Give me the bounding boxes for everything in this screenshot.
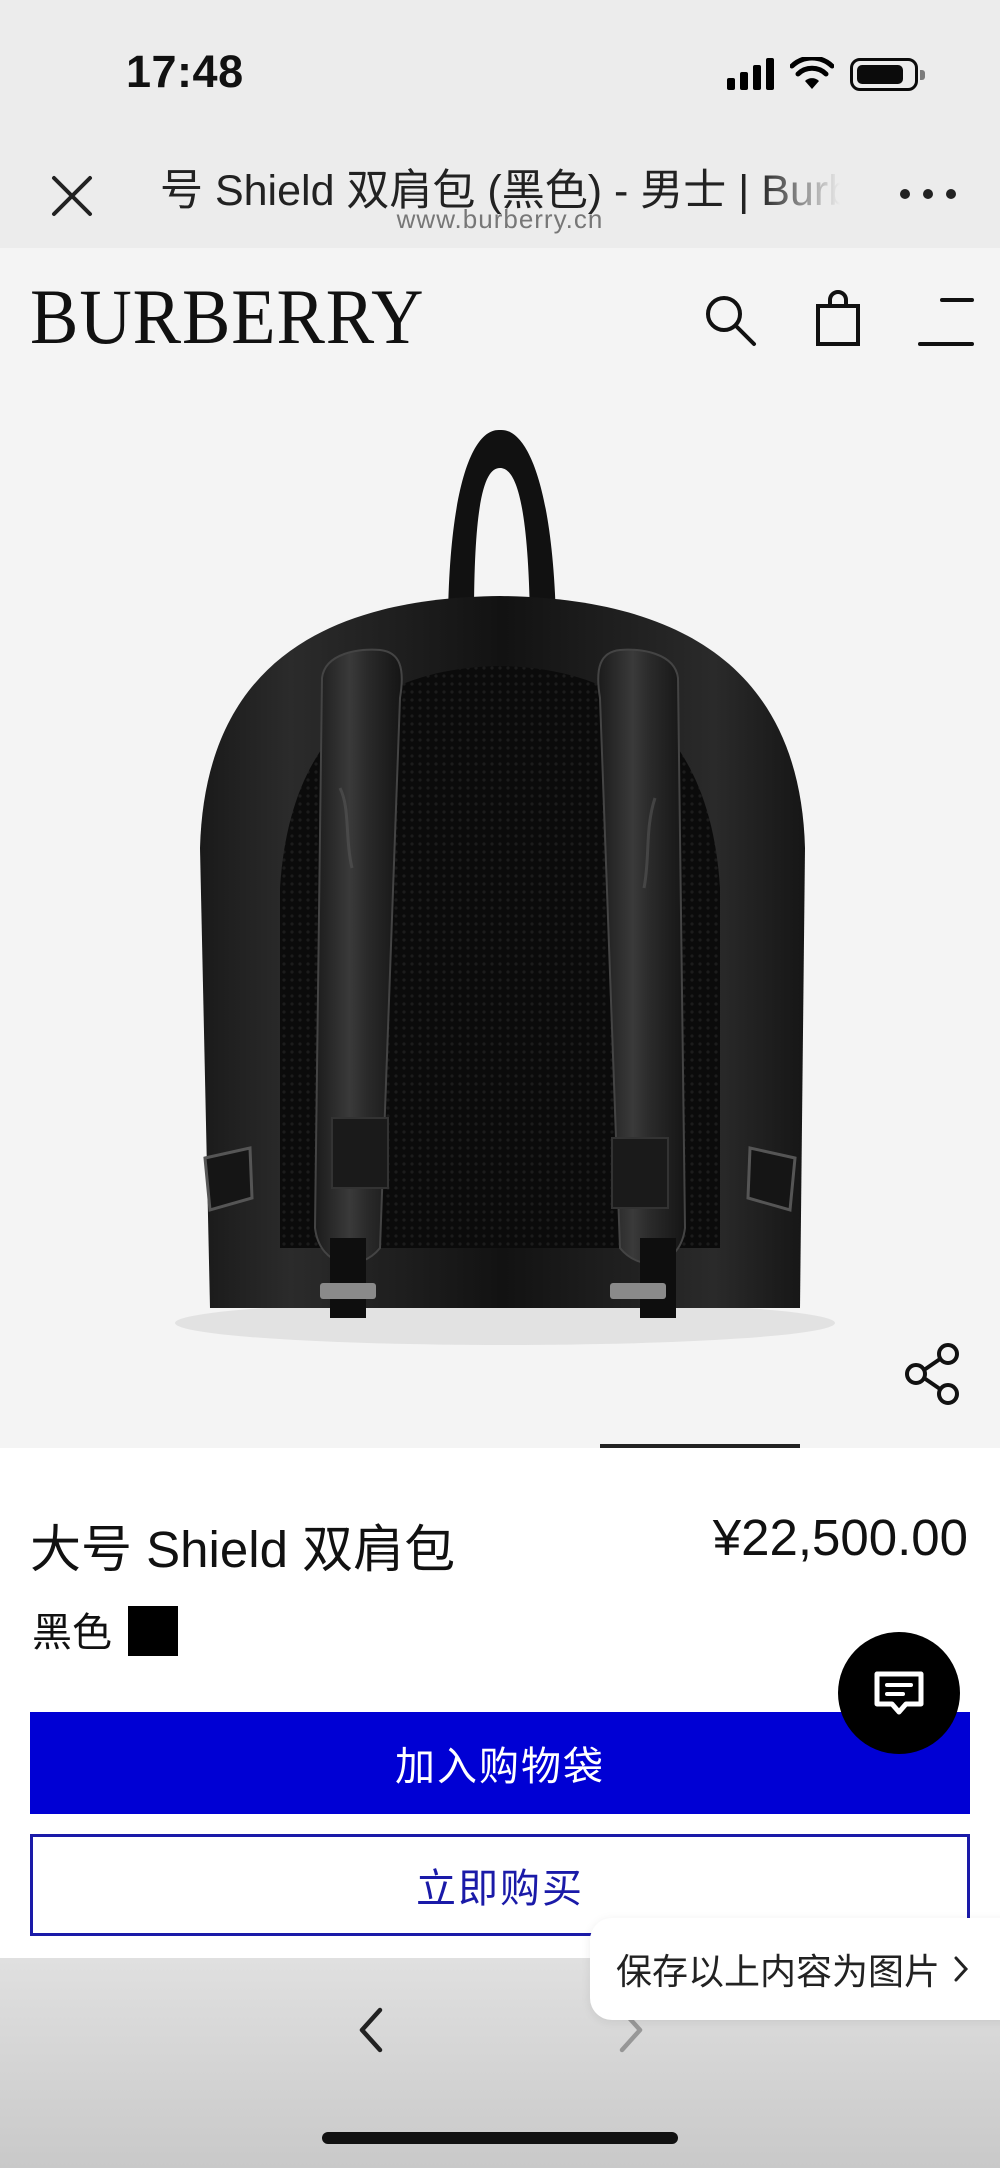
color-swatch[interactable] (128, 1606, 178, 1656)
burberry-logo[interactable]: BURBERRY (30, 278, 424, 356)
product-name: 大号 Shield 双肩包 (30, 1521, 456, 1578)
share-icon[interactable] (900, 1340, 968, 1408)
shopping-bag-icon[interactable] (808, 290, 868, 350)
wifi-icon (790, 57, 834, 89)
menu-icon[interactable] (916, 292, 976, 352)
color-label: 黑色 (32, 1611, 112, 1655)
status-icons (727, 56, 925, 92)
page-url: www.burberry.cn (396, 204, 604, 234)
chat-button[interactable] (838, 1632, 960, 1754)
chevron-left-icon[interactable] (350, 2000, 394, 2060)
product-price: ¥22,500.00 (712, 1509, 968, 1566)
site-header: BURBERRY (0, 248, 1000, 368)
add-to-bag-button[interactable]: 加入购物袋 (30, 1712, 970, 1814)
status-time: 17:48 (126, 46, 244, 97)
cellular-signal-icon (727, 58, 774, 90)
chevron-right-small-icon (954, 1956, 969, 1982)
search-icon[interactable] (700, 290, 760, 350)
browser-navigation-bar: 号 Shield 双肩包 (黑色) - 男士 | Burberry www.bu… (0, 140, 1000, 248)
status-bar: 17:48 (0, 0, 1000, 140)
save-as-image-button[interactable]: 保存以上内容为图片 (590, 1918, 1000, 2020)
backpack-image (175, 429, 835, 1345)
chat-icon (874, 1671, 924, 1715)
product-image[interactable] (0, 368, 1000, 1448)
save-as-image-label: 保存以上内容为图片 (616, 1951, 941, 1992)
more-icon[interactable] (900, 182, 956, 206)
home-indicator (322, 2132, 678, 2144)
battery-icon (850, 57, 925, 91)
